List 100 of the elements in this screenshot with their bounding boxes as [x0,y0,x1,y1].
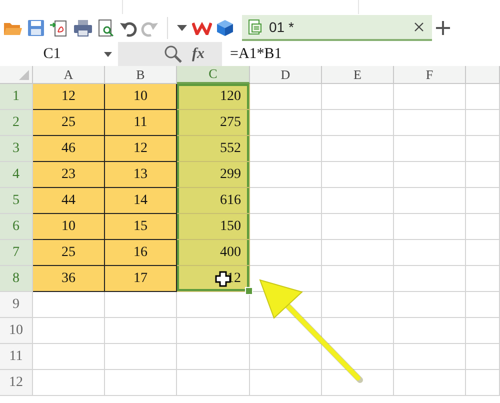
row-header[interactable]: 12 [0,370,33,396]
table-cell [394,318,466,344]
table-cell [250,240,322,266]
export-icon[interactable] [49,19,69,37]
name-box[interactable]: C1 [0,42,118,66]
table-cell: 25 [33,110,105,136]
table-cell [394,240,466,266]
column-header[interactable]: C [177,66,250,84]
table-cell [250,188,322,214]
table-cell [394,162,466,188]
document-icon[interactable] [247,19,263,35]
table-cell [250,344,322,370]
row-header[interactable]: 5 [0,188,33,214]
table-cell: 13 [105,162,177,188]
table-cell [250,110,322,136]
printer-icon[interactable] [73,19,93,37]
table-cell [394,214,466,240]
table-cell [322,136,394,162]
table-cell [394,84,466,110]
table-cell [394,344,466,370]
row-header[interactable]: 4 [0,162,33,188]
table-cell [250,162,322,188]
table-cell [466,240,500,266]
table-cell: 46 [33,136,105,162]
table-cell [466,214,500,240]
table-cell: 150 [177,214,250,240]
zoom-icon[interactable] [164,45,182,63]
table-cell: 44 [33,188,105,214]
insert-function-button[interactable]: fx [192,46,204,62]
table-cell [394,136,466,162]
row-header[interactable]: 10 [0,318,33,344]
table-cell: 23 [33,162,105,188]
table-cell [466,292,500,318]
cube-icon[interactable] [216,19,234,37]
table-cell [466,266,500,292]
table-cell [250,318,322,344]
table-cell [466,84,500,110]
column-header[interactable]: E [322,66,394,84]
table-cell [105,292,177,318]
column-header[interactable]: B [105,66,177,84]
table-cell: 120 [177,84,250,110]
table-cell [33,318,105,344]
table-cell [33,292,105,318]
document-tab[interactable]: 01 * [242,15,432,41]
logo-icon[interactable] [192,21,212,35]
fill-handle[interactable] [245,287,253,295]
table-cell [322,110,394,136]
table-cell: 12 [105,136,177,162]
print-preview-icon[interactable] [97,19,115,37]
table-cell: 36 [33,266,105,292]
save-icon[interactable] [27,19,45,37]
table-cell [322,266,394,292]
row-header[interactable]: 2 [0,110,33,136]
table-cell [466,188,500,214]
column-header[interactable]: D [250,66,322,84]
table-cell: 12 [33,84,105,110]
row-header[interactable]: 8 [0,266,33,292]
add-icon[interactable] [436,21,450,35]
table-cell [322,162,394,188]
table-cell: 10 [33,214,105,240]
row-header[interactable]: 11 [0,344,33,370]
table-cell: 14 [105,188,177,214]
table-cell: 275 [177,110,250,136]
row-header[interactable]: 3 [0,136,33,162]
table-cell [250,370,322,396]
table-cell [105,344,177,370]
table-cell [466,344,500,370]
column-header[interactable]: F [394,66,466,84]
table-cell [466,370,500,396]
caret-icon[interactable] [176,24,188,32]
table-cell [322,370,394,396]
table-cell [33,344,105,370]
table-cell [466,318,500,344]
table-cell: 400 [177,240,250,266]
table-cell [105,318,177,344]
table-cell: 299 [177,162,250,188]
caret-icon[interactable] [104,52,112,56]
table-cell [322,344,394,370]
table-cell [322,240,394,266]
table-cell [466,136,500,162]
table-cell [33,370,105,396]
table-cell: 11 [105,110,177,136]
table-cell [250,84,322,110]
row-header[interactable]: 7 [0,240,33,266]
table-cell [322,214,394,240]
row-header[interactable]: 6 [0,214,33,240]
table-cell: 25 [33,240,105,266]
close-icon[interactable] [414,22,424,32]
table-cell [394,110,466,136]
table-cell [250,136,322,162]
table-cell: 552 [177,136,250,162]
column-header[interactable]: A [33,66,105,84]
table-cell [394,266,466,292]
table-cell [466,162,500,188]
table-cell: 17 [105,266,177,292]
table-cell [466,110,500,136]
row-header[interactable]: 9 [0,292,33,318]
row-header[interactable]: 1 [0,84,33,110]
table-cell [105,370,177,396]
formula-field[interactable]: =A1*B1 [222,42,500,66]
